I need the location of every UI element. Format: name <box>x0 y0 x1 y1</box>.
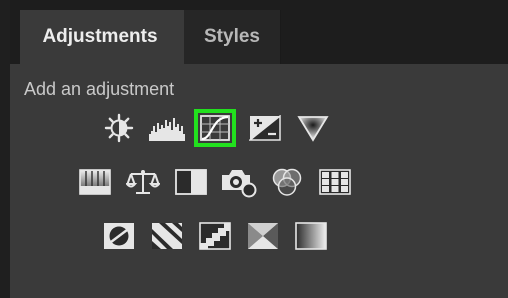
hue-saturation-button[interactable] <box>76 165 114 199</box>
invert-icon <box>104 223 134 249</box>
color-lookup-button[interactable] <box>316 165 354 199</box>
threshold-button[interactable] <box>196 219 234 253</box>
left-panel-edge <box>0 0 10 298</box>
brightness-contrast-button[interactable] <box>100 111 138 145</box>
curves-icon <box>200 115 230 141</box>
tab-divider <box>280 10 281 64</box>
black-white-button[interactable] <box>172 165 210 199</box>
section-title: Add an adjustment <box>24 79 175 99</box>
vibrance-icon <box>297 116 329 142</box>
levels-button[interactable] <box>148 111 186 145</box>
curves-button[interactable] <box>194 109 236 147</box>
channel-mixer-icon <box>272 168 302 196</box>
invert-button[interactable] <box>100 219 138 253</box>
panel-tab-bar: Adjustments Styles <box>10 0 508 64</box>
black-white-icon <box>175 169 207 195</box>
hue-saturation-icon <box>79 169 111 195</box>
posterize-icon <box>152 223 182 249</box>
gradient-map-icon <box>295 222 327 250</box>
exposure-icon <box>249 115 281 141</box>
brightness-contrast-icon <box>104 113 134 143</box>
vibrance-button[interactable] <box>294 111 332 145</box>
tab-adjustments[interactable]: Adjustments <box>20 10 184 64</box>
channel-mixer-button[interactable] <box>268 165 306 199</box>
color-balance-icon <box>126 170 160 194</box>
tab-styles[interactable]: Styles <box>184 10 280 64</box>
posterize-button[interactable] <box>148 219 186 253</box>
gradient-map-button[interactable] <box>292 219 330 253</box>
color-lookup-icon <box>319 169 351 195</box>
photo-filter-icon <box>222 170 257 198</box>
photo-filter-button[interactable] <box>220 165 258 199</box>
levels-icon <box>149 118 185 141</box>
selective-color-button[interactable] <box>244 219 282 253</box>
color-balance-button[interactable] <box>124 165 162 199</box>
selective-color-icon <box>248 223 278 249</box>
exposure-button[interactable] <box>246 111 284 145</box>
threshold-icon <box>199 222 231 250</box>
